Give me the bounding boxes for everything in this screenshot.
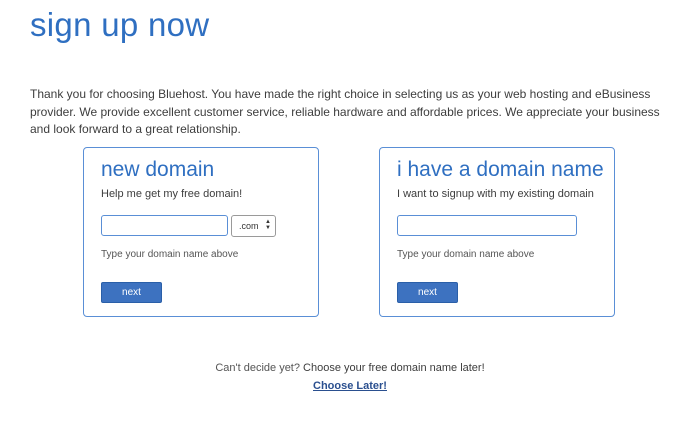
new-domain-next-button[interactable]: next bbox=[101, 282, 162, 303]
choose-later-row: Choose Later! bbox=[0, 380, 700, 392]
new-domain-subtitle: Help me get my free domain! bbox=[101, 188, 243, 200]
undecided-text: Can't decide yet? Choose your free domai… bbox=[0, 362, 700, 374]
tld-select[interactable]: .com ▲ ▼ bbox=[231, 215, 276, 237]
updown-chevron-icon: ▲ ▼ bbox=[265, 219, 271, 231]
existing-domain-subtitle: I want to signup with my existing domain bbox=[397, 188, 594, 200]
existing-domain-title: i have a domain name bbox=[397, 158, 604, 181]
existing-domain-card: i have a domain name I want to signup wi… bbox=[379, 147, 615, 317]
existing-domain-next-button[interactable]: next bbox=[397, 282, 458, 303]
new-domain-helper: Type your domain name above bbox=[101, 249, 239, 260]
choose-later-link[interactable]: Choose Later! bbox=[313, 380, 387, 392]
new-domain-card: new domain Help me get my free domain! .… bbox=[83, 147, 319, 317]
existing-domain-input[interactable] bbox=[397, 215, 577, 236]
undecided-prefix: Can't decide yet? bbox=[215, 362, 300, 374]
new-domain-input[interactable] bbox=[101, 215, 228, 236]
tld-select-value: .com bbox=[239, 221, 259, 231]
existing-domain-helper: Type your domain name above bbox=[397, 249, 535, 260]
intro-paragraph: Thank you for choosing Bluehost. You hav… bbox=[30, 87, 660, 136]
signup-page: sign up now Thank you for choosing Blueh… bbox=[0, 0, 700, 424]
undecided-cta: Choose your free domain name later! bbox=[303, 362, 485, 374]
page-title: sign up now bbox=[30, 6, 210, 43]
new-domain-title: new domain bbox=[101, 158, 215, 181]
